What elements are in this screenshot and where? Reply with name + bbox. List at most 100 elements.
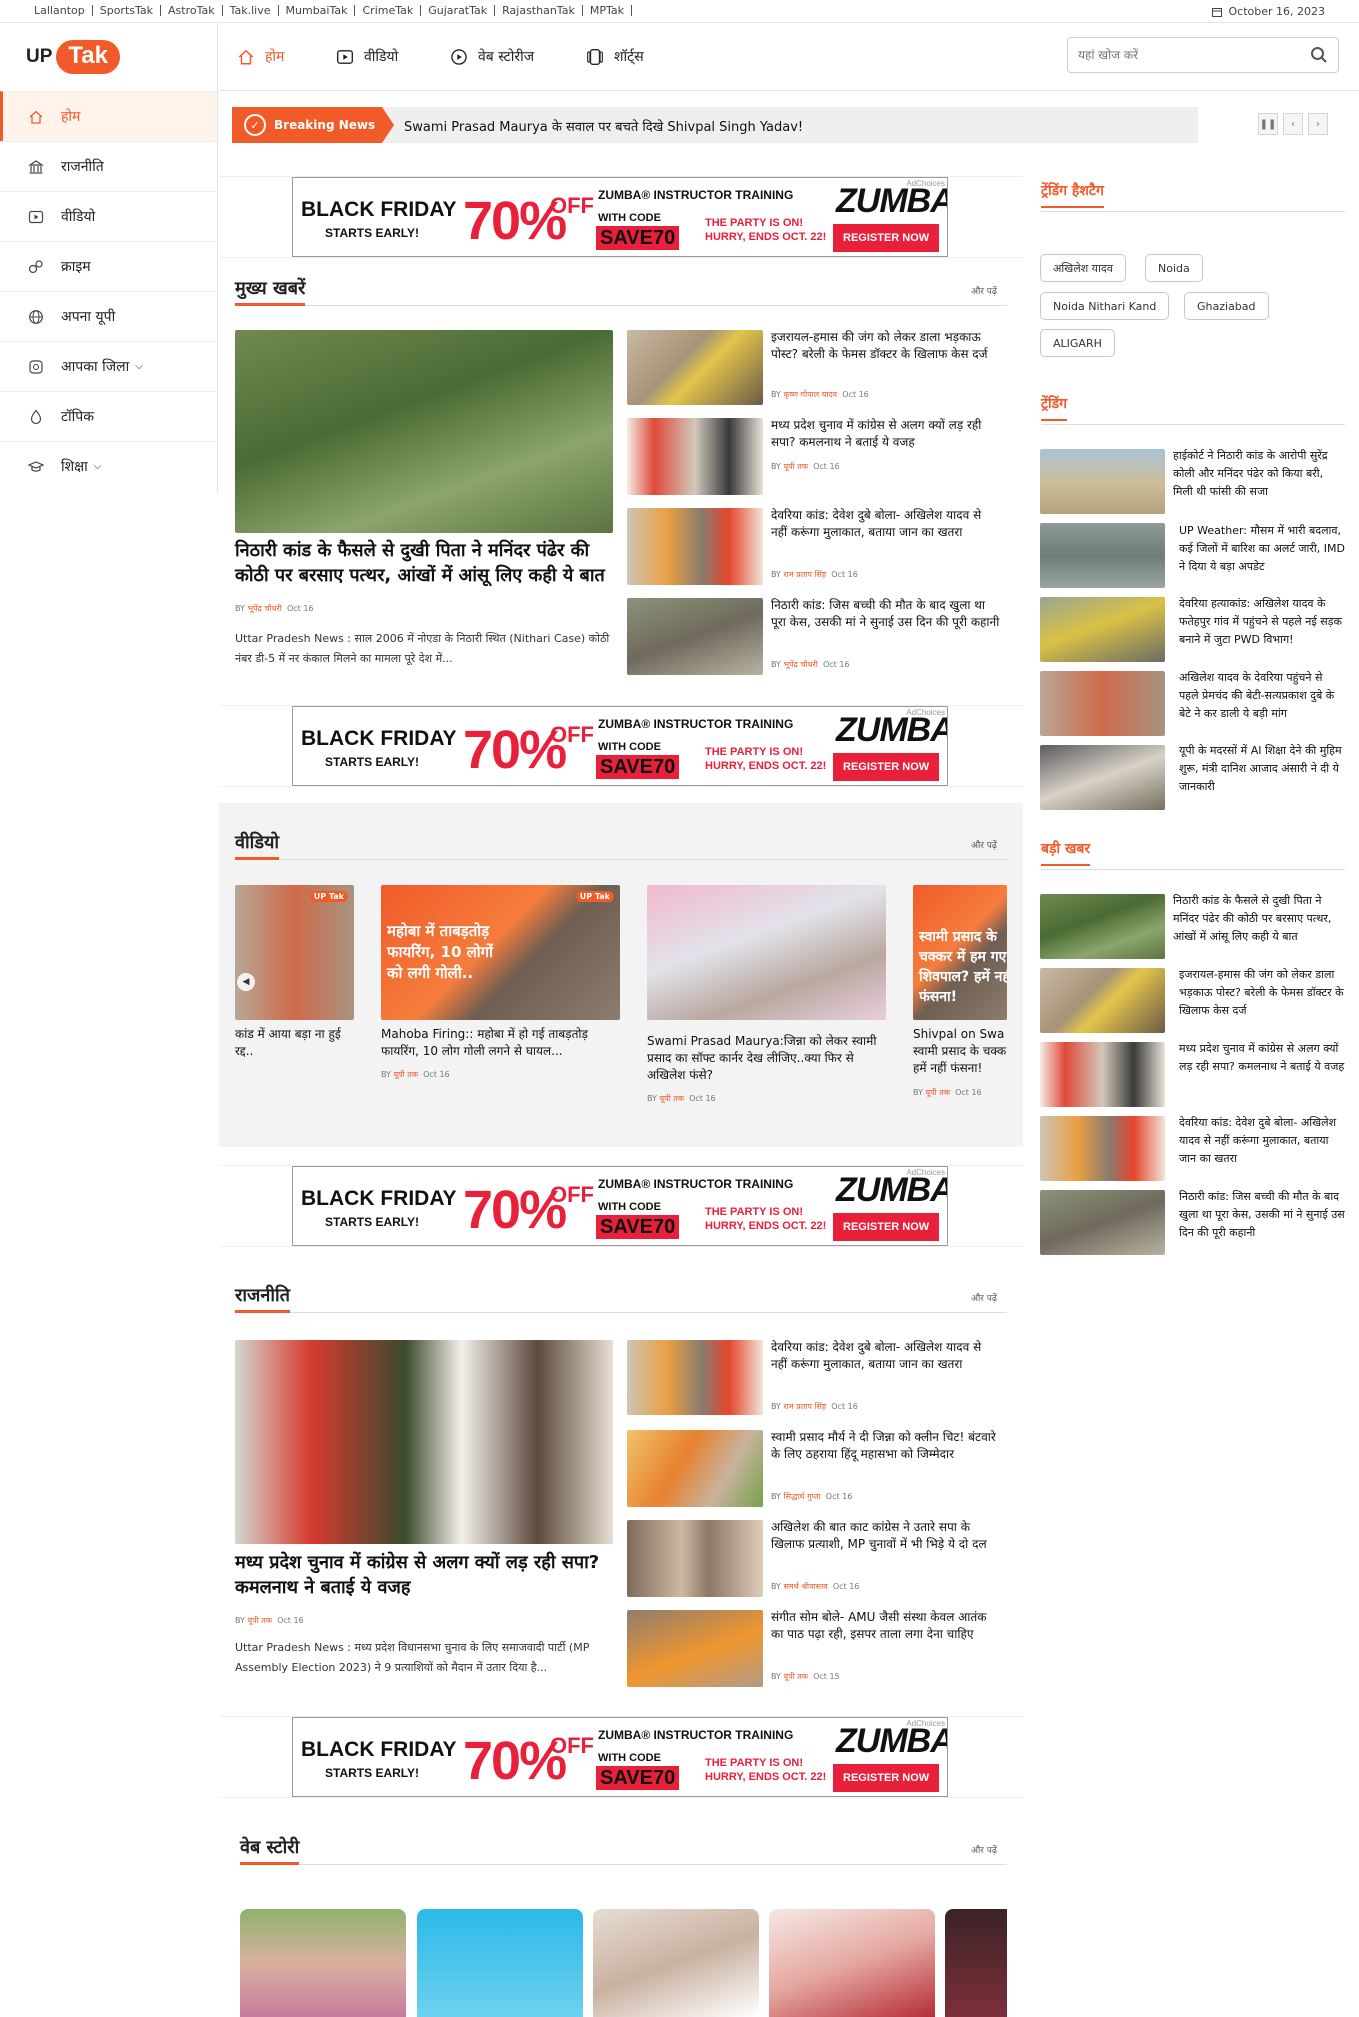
sidebar-item-district[interactable]: आपका जिला ⌵ (0, 341, 217, 391)
sidebar-item-politics[interactable]: राजनीति (0, 141, 217, 191)
carousel-prev-button[interactable]: ◀ (237, 973, 255, 991)
big-news-title[interactable]: इजरायल-हमास की जंग को लेकर डाला भड़काऊ प… (1179, 966, 1345, 1020)
lead-news-title[interactable]: मध्य प्रदेश चुनाव में कांग्रेस से अलग क्… (235, 1550, 615, 1600)
news-thumbnail[interactable] (627, 508, 763, 585)
trending-title[interactable]: देवरिया हत्याकांड: अखिलेश यादव के फतेहपु… (1179, 595, 1345, 649)
web-story-card[interactable] (945, 1909, 1007, 2017)
news-item-title[interactable]: निठारी कांड: जिस बच्ची की मौत के बाद खुल… (771, 597, 1001, 631)
network-link[interactable]: CrimeTak (355, 5, 422, 16)
trending-title[interactable]: हाईकोर्ट ने निठारी कांड के आरोपी सुरेंद्… (1173, 447, 1345, 501)
ad-register-button[interactable]: REGISTER NOW (833, 753, 940, 781)
nav-video[interactable]: वीडियो (336, 47, 398, 66)
read-more-link[interactable]: और पढ़ें (971, 1843, 997, 1856)
network-link[interactable]: Tak.live (223, 5, 279, 16)
sidebar-item-topic[interactable]: टॉपिक (0, 391, 217, 441)
video-title[interactable]: Shivpal on Swa स्वामी प्रसाद के चक्क हमे… (913, 1026, 1007, 1080)
sidebar-item-video[interactable]: वीडियो (0, 191, 217, 241)
video-thumbnail[interactable]: UP Tak (235, 885, 354, 1020)
byline-author[interactable]: यूपी तक (783, 462, 808, 471)
byline-author[interactable]: यूपी तक (247, 1616, 272, 1625)
network-link[interactable]: MPTak (583, 5, 632, 16)
zumba-ad-banner[interactable]: BLACK FRIDAY STARTS EARLY! 70% OFF ZUMBA… (292, 177, 948, 257)
network-link[interactable]: RajasthanTak (495, 5, 583, 16)
byline-author[interactable]: समर्थ श्रीवास्तव (783, 1582, 827, 1591)
sidebar-item-crime[interactable]: क्राइम (0, 241, 217, 291)
byline-author[interactable]: सिद्धार्थ गुप्ता (783, 1492, 820, 1501)
news-thumbnail[interactable] (1040, 1042, 1165, 1107)
nav-web-stories[interactable]: वेब स्टोरीज (450, 47, 534, 66)
adchoices-label[interactable]: AdChoices (906, 1168, 945, 1177)
sidebar-item-home[interactable]: होम (0, 91, 217, 141)
trending-title[interactable]: यूपी के मदरसों में AI शिक्षा देने की मुह… (1179, 742, 1345, 796)
network-link[interactable]: MumbaiTak (279, 5, 356, 16)
news-thumbnail[interactable] (1040, 1116, 1165, 1181)
news-thumbnail[interactable] (1040, 449, 1165, 514)
read-more-link[interactable]: और पढ़ें (971, 838, 997, 851)
video-title[interactable]: Swami Prasad Maurya:जिन्ना को लेकर स्वाम… (647, 1033, 887, 1084)
hashtag-chip[interactable]: Noida Nithari Kand (1040, 292, 1170, 320)
sidebar-item-education[interactable]: शिक्षा ⌵ (0, 441, 217, 491)
breaking-news-text[interactable]: Swami Prasad Maurya के सवाल पर बचते दिखे… (404, 117, 803, 135)
news-item-title[interactable]: संगीत सोम बोले- AMU जैसी संस्था केवल आतं… (771, 1609, 1001, 1643)
read-more-link[interactable]: और पढ़ें (971, 284, 997, 297)
byline-author[interactable]: राम प्रताप सिंह (783, 1402, 826, 1411)
nav-home[interactable]: होम (237, 47, 284, 66)
ad-register-button[interactable]: REGISTER NOW (833, 1213, 940, 1241)
news-thumbnail[interactable] (627, 1610, 763, 1687)
big-news-title[interactable]: निठारी कांड: जिस बच्ची की मौत के बाद खुल… (1179, 1188, 1345, 1242)
network-link[interactable]: GujaratTak (421, 5, 496, 16)
prev-button[interactable]: ‹ (1283, 113, 1303, 135)
big-news-title[interactable]: निठारी कांड के फैसले से दुखी पिता ने मनि… (1173, 892, 1345, 946)
lead-news-image[interactable] (235, 330, 613, 533)
trending-title[interactable]: अखिलेश यादव के देवरिया पहुंचने से पहले प… (1179, 669, 1345, 723)
ad-register-button[interactable]: REGISTER NOW (833, 224, 940, 252)
zumba-ad-banner[interactable]: BLACK FRIDAY STARTS EARLY! 70% OFF ZUMBA… (292, 1717, 948, 1797)
video-thumbnail[interactable]: स्वामी प्रसाद के चक्कर में हम गए शिवपाल?… (913, 885, 1007, 1020)
news-thumbnail[interactable] (627, 1520, 763, 1597)
web-story-card[interactable] (593, 1909, 759, 2017)
nav-shorts[interactable]: शॉर्ट्स (586, 47, 644, 66)
news-thumbnail[interactable] (1040, 523, 1165, 588)
news-thumbnail[interactable] (627, 418, 763, 495)
big-news-title[interactable]: देवरिया कांड: देवेश दुबे बोला- अखिलेश या… (1179, 1114, 1345, 1168)
video-thumbnail[interactable]: UP Tak महोबा में ताबड़तोड़ फायरिंग, 10 ल… (381, 885, 620, 1020)
news-item-title[interactable]: इजरायल-हमास की जंग को लेकर डाला भड़काऊ प… (771, 329, 1001, 363)
news-thumbnail[interactable] (1040, 597, 1165, 662)
news-item-title[interactable]: देवरिया कांड: देवेश दुबे बोला- अखिलेश या… (771, 1339, 1001, 1373)
hashtag-chip[interactable]: Noida (1145, 254, 1203, 282)
news-thumbnail[interactable] (627, 598, 763, 675)
hashtag-chip[interactable]: अखिलेश यादव (1040, 254, 1126, 282)
web-story-card[interactable] (769, 1909, 935, 2017)
news-thumbnail[interactable] (1040, 745, 1165, 810)
byline-author[interactable]: राम प्रताप सिंह (783, 570, 826, 579)
video-title[interactable]: Mahoba Firing:: महोबा में हो गई ताबड़तोड… (381, 1026, 621, 1060)
site-logo[interactable]: UP Tak (0, 23, 217, 91)
news-thumbnail[interactable] (627, 1340, 763, 1415)
byline-author[interactable]: भूपेंद्र चौधरी (783, 660, 817, 669)
byline-author[interactable]: भूपेंद्र चौधरी (247, 604, 281, 613)
hashtag-chip[interactable]: Ghaziabad (1184, 292, 1269, 320)
byline-author[interactable]: कृष्ण गोपाल यादव (783, 390, 837, 399)
ad-register-button[interactable]: REGISTER NOW (833, 1764, 940, 1792)
hashtag-chip[interactable]: ALIGARH (1040, 329, 1115, 357)
search-input[interactable] (1068, 38, 1288, 72)
video-title[interactable]: कांड में आया बड़ा ना हुई रद्द.. (235, 1026, 354, 1060)
adchoices-label[interactable]: AdChoices (906, 179, 945, 188)
byline-author[interactable]: यूपी तक (659, 1094, 684, 1103)
video-thumbnail[interactable] (647, 885, 886, 1020)
news-item-title[interactable]: देवरिया कांड: देवेश दुबे बोला- अखिलेश या… (771, 507, 1001, 541)
news-item-title[interactable]: अखिलेश की बात काट कांग्रेस ने उतारे सपा … (771, 1519, 1001, 1553)
zumba-ad-banner[interactable]: BLACK FRIDAY STARTS EARLY! 70% OFF ZUMBA… (292, 706, 948, 786)
byline-author[interactable]: यूपी तक (393, 1070, 418, 1079)
web-story-card[interactable] (240, 1909, 406, 2017)
news-thumbnail[interactable] (1040, 671, 1165, 736)
zumba-ad-banner[interactable]: BLACK FRIDAY STARTS EARLY! 70% OFF ZUMBA… (292, 1166, 948, 1246)
news-thumbnail[interactable] (1040, 968, 1165, 1033)
adchoices-label[interactable]: AdChoices (906, 1719, 945, 1728)
news-item-title[interactable]: मध्य प्रदेश चुनाव में कांग्रेस से अलग क्… (771, 417, 1001, 451)
network-link[interactable]: Lallantop (34, 5, 93, 16)
news-thumbnail[interactable] (1040, 1190, 1165, 1255)
trending-title[interactable]: UP Weather: मौसम में भारी बदलाव, कई जिलो… (1179, 522, 1345, 576)
next-button[interactable]: › (1308, 113, 1328, 135)
adchoices-label[interactable]: AdChoices (906, 708, 945, 717)
